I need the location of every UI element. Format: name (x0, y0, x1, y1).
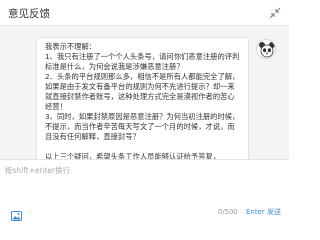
send-button[interactable]: Enter 发送 (246, 207, 281, 217)
message-input[interactable] (5, 165, 283, 195)
image-icon[interactable] (11, 206, 22, 221)
message-bubble: 我表示不理解： 1、我只有注册了一个个人头条号，请问你们恶意注册的评判标准是什么… (36, 37, 249, 159)
collapse-arrows-icon[interactable] (268, 5, 282, 19)
message-text: 我表示不理解： 1、我只有注册了一个个人头条号，请问你们恶意注册的评判标准是什么… (45, 42, 240, 159)
panda-avatar-icon (256, 39, 276, 59)
window-title: 意见反馈 (8, 8, 50, 20)
chat-area: 我表示不理解： 1、我只有注册了一个个人头条号，请问你们恶意注册的评判标准是什么… (0, 26, 289, 159)
title-bar: 意见反馈 (0, 0, 289, 26)
composer: 0/500 Enter 发送 (0, 159, 289, 226)
feedback-window: 意见反馈 我表示不理解： 1、我只有注册了一个个人头条号，请问你们恶意注册的评判… (0, 0, 289, 226)
char-counter: 0/500 (218, 208, 238, 216)
